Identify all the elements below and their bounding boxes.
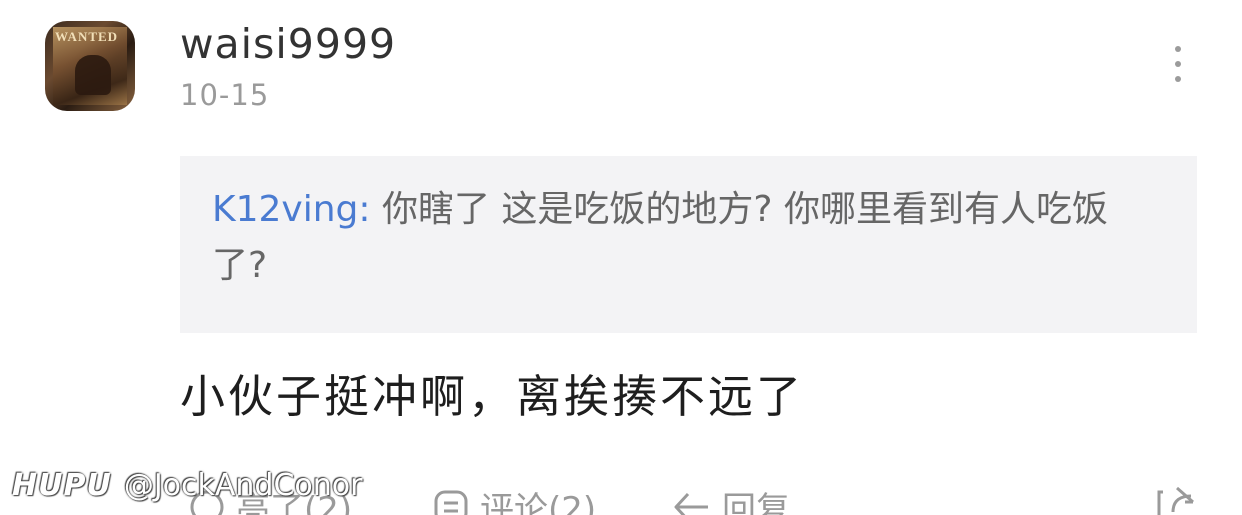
share-button[interactable] bbox=[1155, 482, 1209, 515]
more-vertical-icon bbox=[1175, 46, 1181, 52]
quoted-username[interactable]: K12ving: bbox=[212, 189, 371, 230]
more-vertical-icon-dot bbox=[1175, 61, 1181, 67]
hupu-logo: HUPU bbox=[12, 468, 112, 503]
watermark-handle: @JockAndConor bbox=[123, 468, 363, 503]
avatar-logo-text: WANTED bbox=[55, 29, 119, 44]
reply-text: 小伙子挺冲啊，离挨揍不远了 bbox=[180, 370, 805, 423]
comment-icon bbox=[432, 488, 470, 515]
comment-button[interactable]: 评论(2) bbox=[432, 482, 596, 515]
reply-label: 回复 bbox=[722, 490, 790, 515]
share-icon bbox=[1155, 482, 1199, 515]
comment-label: 评论(2) bbox=[480, 490, 597, 515]
avatar-figure bbox=[75, 55, 111, 95]
avatar[interactable]: WANTED bbox=[45, 21, 135, 111]
reply-icon bbox=[672, 488, 712, 515]
reply-button[interactable]: 回复 bbox=[672, 482, 790, 515]
post-date: 10-15 bbox=[180, 78, 270, 112]
more-options-button[interactable] bbox=[1160, 46, 1196, 82]
watermark: HUPU @JockAndConor bbox=[12, 468, 362, 503]
quoted-comment[interactable]: K12ving: 你瞎了 这是吃饭的地方? 你哪里看到有人吃饭了? bbox=[180, 156, 1197, 333]
more-vertical-icon-dot bbox=[1175, 76, 1181, 82]
username[interactable]: waisi9999 bbox=[180, 20, 396, 68]
